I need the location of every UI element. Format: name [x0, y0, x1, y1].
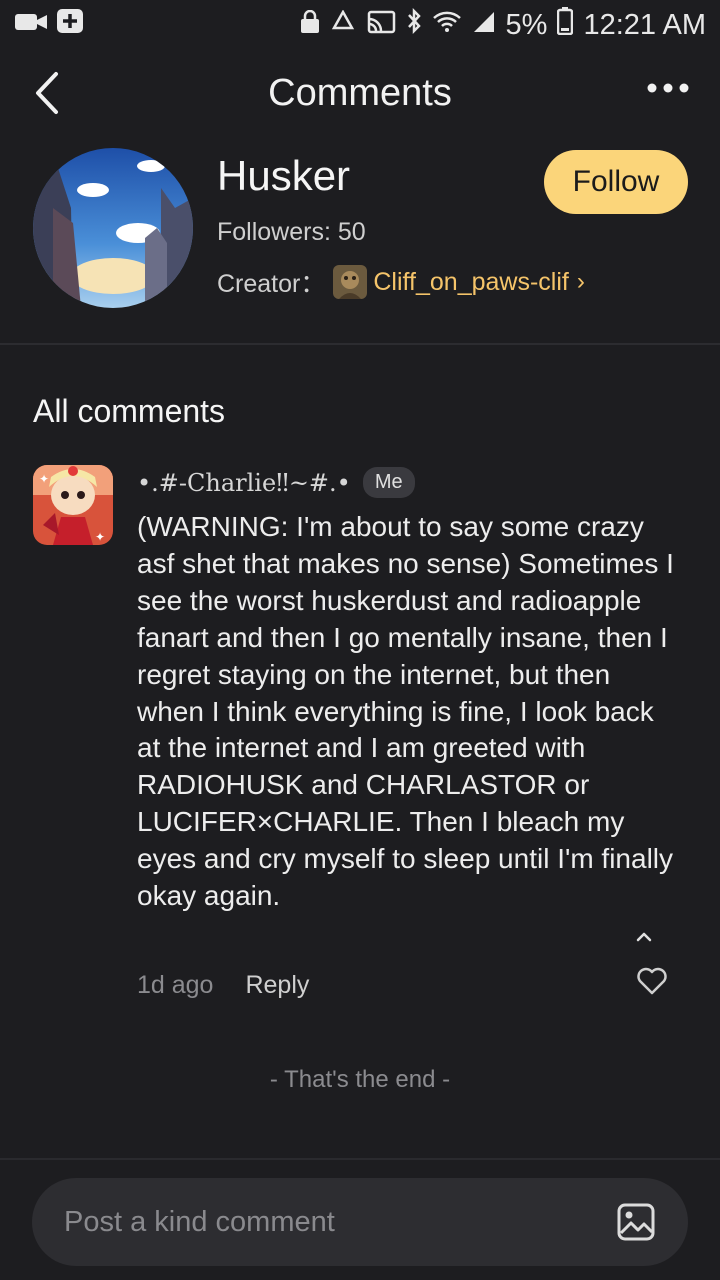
battery-icon: [557, 7, 574, 43]
cast-icon: [366, 9, 396, 42]
wifi-icon: [432, 9, 462, 42]
chevron-up-icon: [636, 932, 652, 942]
creator-label: Creator：: [217, 270, 326, 298]
video-camera-icon: [14, 9, 48, 42]
svg-text:✦: ✦: [95, 530, 105, 544]
page-title: Comments: [268, 71, 452, 114]
comment-input-container[interactable]: [32, 1178, 688, 1266]
comment-input[interactable]: [64, 1205, 564, 1239]
creator-row[interactable]: Creator： Cliff_on_paws-clif ›: [217, 264, 585, 300]
lock-icon: [300, 9, 320, 42]
comment-text: (WARNING: I'm about to say some crazy as…: [137, 511, 674, 912]
creator-avatar: [333, 265, 368, 299]
recycle-icon: [330, 8, 356, 42]
signal-icon: [472, 9, 496, 42]
divider: [0, 343, 720, 345]
top-nav: Comments: [0, 50, 720, 136]
comment-meta: 1d ago Reply: [137, 971, 309, 1000]
more-dots-icon: [647, 83, 689, 93]
svg-text:✦: ✦: [39, 472, 49, 486]
battery-percent: 5%: [505, 8, 548, 41]
heart-icon: [637, 967, 667, 995]
comment-author-name[interactable]: •.#-Charlie‼~#.•: [137, 469, 351, 497]
profile-header: Husker Followers: 50 Creator： Cliff_on_p…: [0, 148, 720, 338]
image-upload-button[interactable]: [616, 1202, 656, 1242]
collapse-button[interactable]: [630, 925, 658, 947]
status-bar: 5% 12:21 AM: [0, 0, 720, 50]
plus-icon: [56, 8, 84, 42]
back-button[interactable]: [28, 68, 68, 118]
status-right: 5% 12:21 AM: [300, 7, 706, 43]
more-options-button[interactable]: [646, 78, 690, 98]
comment-composer: [0, 1158, 720, 1280]
follow-button[interactable]: Follow: [544, 150, 688, 214]
comment-author-row: •.#-Charlie‼~#.• Me: [137, 467, 415, 498]
reply-button[interactable]: Reply: [245, 971, 309, 1000]
like-button[interactable]: [636, 965, 668, 997]
status-time: 12:21 AM: [583, 8, 706, 41]
followers-count: Followers: 50: [217, 218, 366, 246]
profile-avatar[interactable]: [33, 148, 193, 308]
bluetooth-icon: [406, 7, 422, 42]
creator-link[interactable]: Cliff_on_paws-clif: [373, 268, 568, 297]
status-left: [14, 8, 84, 42]
me-badge: Me: [362, 467, 415, 498]
comment-author-avatar[interactable]: ✦ ✦: [33, 465, 113, 545]
comment-timestamp: 1d ago: [137, 971, 214, 999]
chevron-right-icon: ›: [576, 268, 585, 295]
all-comments-heading: All comments: [33, 393, 226, 429]
image-icon: [617, 1203, 655, 1241]
profile-name: Husker: [217, 152, 351, 199]
chevron-left-icon: [36, 72, 58, 114]
end-of-list-text: - That's the end -: [269, 1066, 451, 1093]
